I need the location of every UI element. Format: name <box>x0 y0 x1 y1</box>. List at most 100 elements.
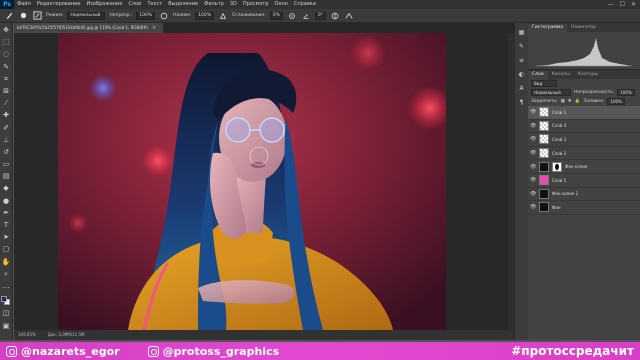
portrait-photo <box>58 33 446 330</box>
visibility-eye-icon[interactable]: 👁 <box>530 109 536 115</box>
blend-mode-select[interactable]: Нормальный <box>531 89 571 96</box>
pen-tool-icon[interactable]: ✒ <box>2 209 11 218</box>
pressure-opacity-icon[interactable] <box>159 11 169 21</box>
eraser-tool-icon[interactable]: ▭ <box>2 160 11 169</box>
zoom-level[interactable]: 109,65% <box>18 330 36 340</box>
hand-tool-icon[interactable]: ✋ <box>2 258 11 267</box>
document-tab[interactable]: bAT0C58Y0c5b25f57f05104b9bd5.jpg @ 110% … <box>14 23 164 33</box>
layer-row[interactable]: 👁 Слой 5 <box>528 174 640 188</box>
visibility-eye-icon[interactable]: 👁 <box>530 123 536 129</box>
pressure-size-icon[interactable] <box>330 11 340 21</box>
eyedropper-tool-icon[interactable]: ⁄ <box>2 99 11 108</box>
character-panel-icon[interactable]: A <box>518 85 526 93</box>
smoothing-field[interactable]: 0% <box>269 11 283 20</box>
menu-select[interactable]: Выделение <box>165 0 201 9</box>
history-brush-tool-icon[interactable]: ↺ <box>2 148 11 157</box>
layer-row[interactable]: 👁 Слой 4 <box>528 120 640 134</box>
blur-tool-icon[interactable]: ◆ <box>2 184 11 193</box>
adjustments-panel-icon[interactable]: ◐ <box>518 71 526 79</box>
symmetry-icon[interactable] <box>344 11 354 21</box>
foreground-color-swatch[interactable] <box>1 296 7 303</box>
tab-navigator[interactable]: Навигатор <box>567 24 600 32</box>
crop-tool-icon[interactable]: ⌗ <box>2 75 11 84</box>
brush-settings-icon[interactable] <box>32 11 42 21</box>
lasso-tool-icon[interactable]: ◌ <box>2 50 11 59</box>
marquee-tool-icon[interactable]: ⬚ <box>2 38 11 47</box>
tab-channels[interactable]: Каналы <box>548 71 574 79</box>
mode-label: Режим: <box>46 13 64 18</box>
visibility-eye-icon[interactable]: 👁 <box>530 150 536 156</box>
visibility-eye-icon[interactable]: 👁 <box>530 164 536 170</box>
photoshop-logo[interactable]: Ps <box>0 0 14 9</box>
layer-row[interactable]: 👁 Слой 3 <box>528 133 640 147</box>
brush-panel-icon[interactable]: ✎ <box>518 43 526 51</box>
zoom-tool-icon[interactable]: ⌕ <box>2 270 11 279</box>
visibility-eye-icon[interactable]: 👁 <box>530 191 536 197</box>
layer-name: Фон <box>552 204 561 210</box>
visibility-eye-icon[interactable]: 👁 <box>530 177 536 183</box>
layer-name: Слой 5 <box>552 177 567 183</box>
menu-help[interactable]: Справка <box>291 0 319 9</box>
menu-view[interactable]: Просмотр <box>240 0 272 9</box>
lock-pixels-icon[interactable]: ▦ <box>561 99 565 104</box>
layer-row[interactable]: 👁 Фон копия 2 <box>528 188 640 202</box>
angle-field[interactable]: 0° <box>314 11 327 20</box>
photo-canvas[interactable] <box>58 33 446 330</box>
screen-mode-icon[interactable]: ▣ <box>2 322 11 331</box>
histogram-panel <box>528 32 640 70</box>
mode-select[interactable]: Нормальный <box>67 11 106 20</box>
quick-mask-icon[interactable]: ◫ <box>2 309 11 318</box>
shape-tool-icon[interactable]: ▢ <box>2 245 11 254</box>
stamp-tool-icon[interactable]: ⊥ <box>2 136 11 145</box>
layer-row[interactable]: 👁 Слой 1 <box>528 106 640 120</box>
healing-tool-icon[interactable]: ✚ <box>2 111 11 120</box>
tab-histogram[interactable]: Гистограмма <box>528 24 568 32</box>
lock-position-icon[interactable]: ✥ <box>568 99 572 104</box>
menu-file[interactable]: Файл <box>14 0 34 9</box>
gradient-tool-icon[interactable]: ▤ <box>2 172 11 181</box>
layer-row[interactable]: 👁 Фон копия <box>528 160 640 174</box>
layer-kind-filter[interactable]: Вид <box>531 80 557 87</box>
path-select-tool-icon[interactable]: ➤ <box>2 233 11 242</box>
lock-all-icon[interactable]: 🔒 <box>575 99 581 104</box>
instagram-icon <box>6 345 17 357</box>
fill-field[interactable]: 100% <box>607 98 625 105</box>
tab-paths[interactable]: Контуры <box>574 71 603 79</box>
quick-select-tool-icon[interactable]: ✎ <box>2 63 11 72</box>
layer-row[interactable]: 👁 Фон <box>528 201 640 215</box>
canvas-viewport[interactable] <box>14 33 514 330</box>
minimize-icon[interactable]: — <box>608 1 614 8</box>
brush-tool-icon[interactable] <box>4 11 14 21</box>
menu-window[interactable]: Окно <box>272 0 291 9</box>
paragraph-panel-icon[interactable]: ¶ <box>518 99 526 107</box>
close-tab-icon[interactable]: × <box>152 23 156 33</box>
menu-filter[interactable]: Фильтр <box>201 0 227 9</box>
more-tools-icon[interactable]: … <box>2 282 11 291</box>
frame-tool-icon[interactable]: ⊠ <box>2 87 11 96</box>
dodge-tool-icon[interactable]: ● <box>2 197 11 206</box>
color-swatches[interactable] <box>1 296 11 306</box>
layer-opacity-field[interactable]: 100% <box>617 89 635 96</box>
smoothing-settings-icon[interactable] <box>287 11 297 21</box>
menu-image[interactable]: Изображение <box>83 0 125 9</box>
brush-preset-icon[interactable] <box>18 11 28 21</box>
move-tool-icon[interactable]: ✥ <box>2 26 11 35</box>
brush-tool-icon-left[interactable]: ✐ <box>2 124 11 133</box>
opacity-field[interactable]: 100% <box>136 11 156 20</box>
visibility-eye-icon[interactable]: 👁 <box>530 136 536 142</box>
airbrush-icon[interactable] <box>218 11 228 21</box>
angle-icon[interactable] <box>301 11 311 21</box>
history-panel-icon[interactable]: ▦ <box>518 29 526 37</box>
menu-type[interactable]: Текст <box>144 0 165 9</box>
menu-edit[interactable]: Редактирование <box>34 0 84 9</box>
layer-row[interactable]: 👁 Слой 2 <box>528 147 640 161</box>
menu-layers[interactable]: Слои <box>125 0 144 9</box>
properties-panel-icon[interactable]: ≡ <box>518 57 526 65</box>
flow-field[interactable]: 100% <box>195 11 215 20</box>
maximize-icon[interactable]: ☐ <box>620 1 625 8</box>
menu-3d[interactable]: 3D <box>227 0 240 9</box>
tab-layers[interactable]: Слои <box>528 71 548 79</box>
close-icon[interactable]: ✕ <box>631 1 636 8</box>
type-tool-icon[interactable]: T <box>2 221 11 230</box>
visibility-eye-icon[interactable]: 👁 <box>530 204 536 210</box>
